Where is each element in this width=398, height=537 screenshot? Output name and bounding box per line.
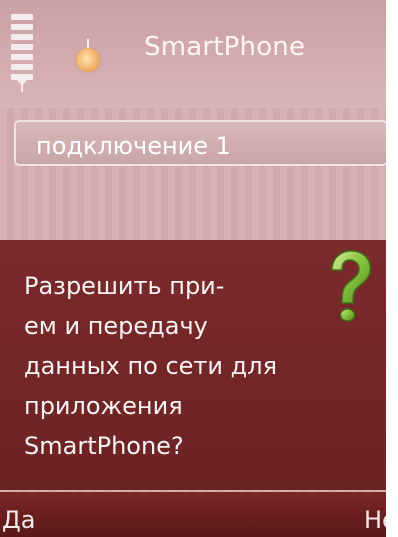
question-icon [331, 250, 372, 322]
list-item-connection[interactable]: подключение 1 [14, 120, 388, 166]
screen-edge [386, 0, 398, 537]
signal-strength-icon [11, 14, 33, 88]
dialog-message: Разрешить при- ем и передачу данных по с… [24, 266, 324, 466]
dialog-line: данных по сети для [24, 352, 278, 380]
app-icon [76, 39, 100, 72]
dialog-line: Разрешить при- [24, 272, 225, 300]
status-area: SmartPhone [0, 0, 398, 108]
app-title: SmartPhone [144, 32, 306, 62]
dialog-line: ем и передачу [24, 312, 208, 340]
dialog-line: SmartPhone? [24, 432, 184, 460]
softkey-bar: Да Нет [0, 492, 398, 537]
dialog-line: приложения [24, 392, 183, 420]
softkey-yes[interactable]: Да [2, 506, 35, 534]
list-item-label: подключение 1 [36, 132, 231, 160]
confirmation-dialog: Разрешить при- ем и передачу данных по с… [0, 240, 398, 490]
phone-screen: SmartPhone подключение 1 Разрешить при- … [0, 0, 398, 537]
antenna-icon [16, 79, 28, 92]
